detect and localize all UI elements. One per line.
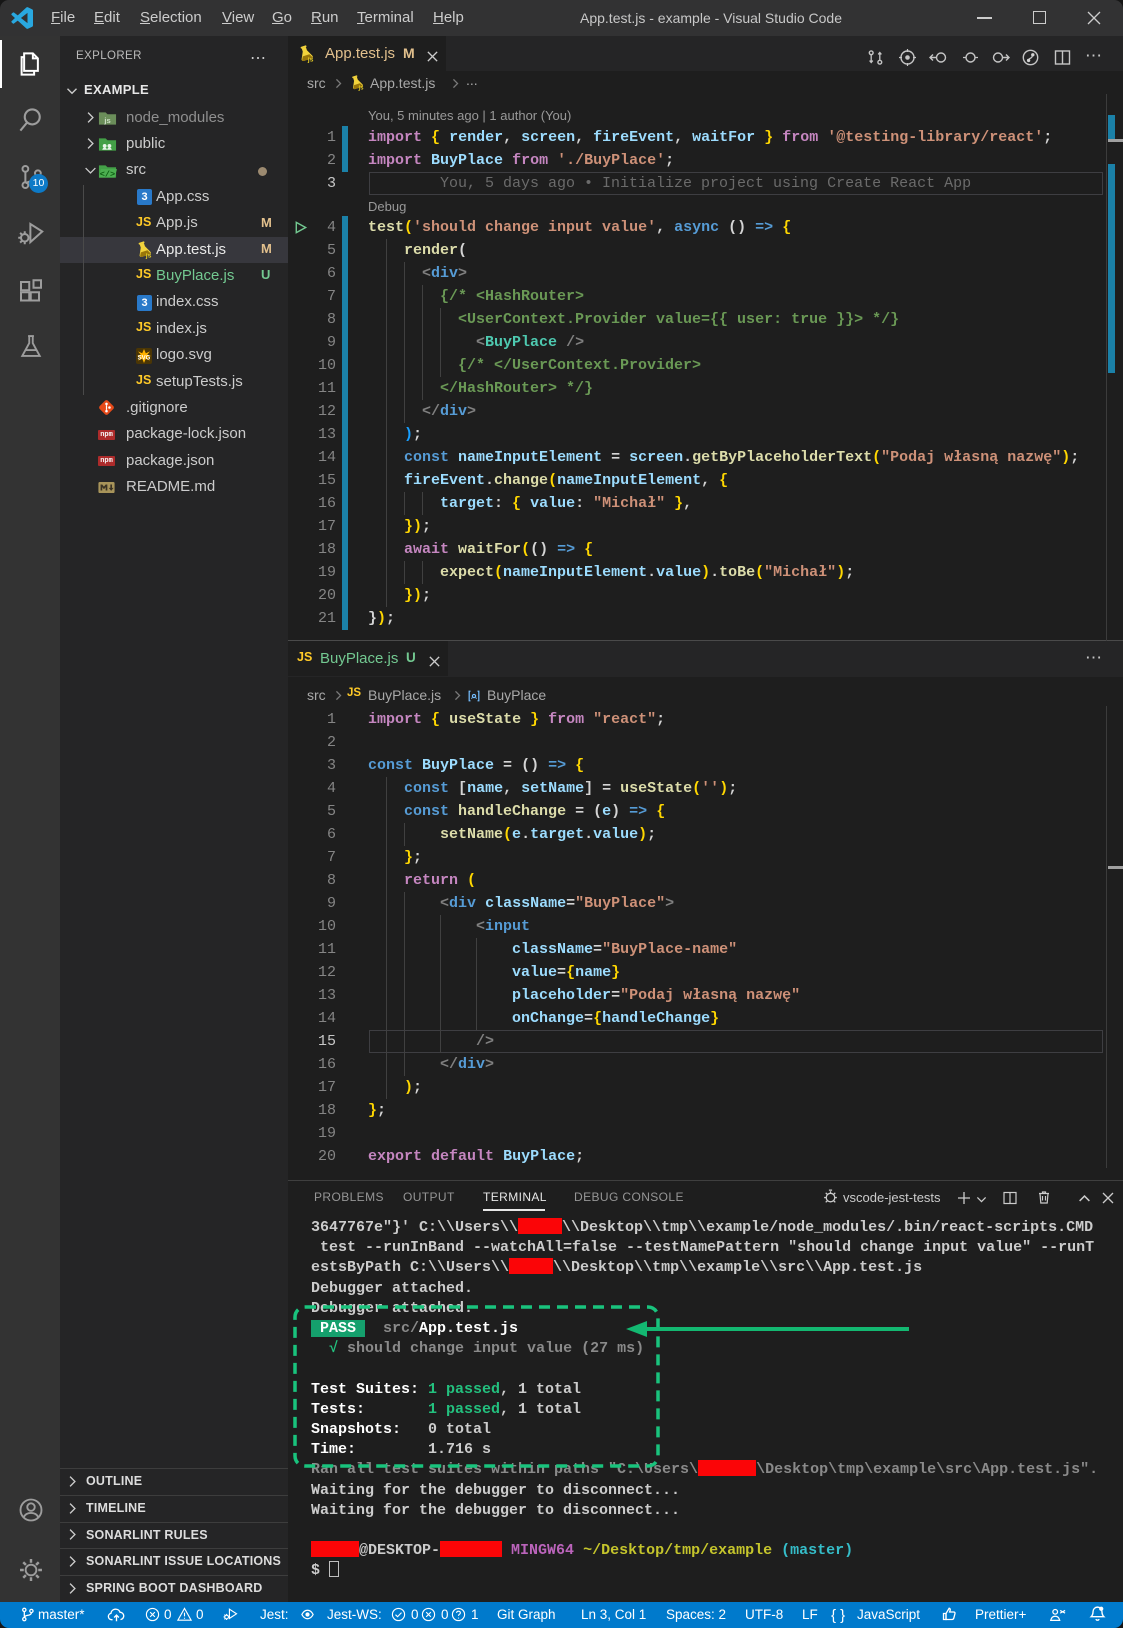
svg-text:</>: </>	[100, 170, 115, 180]
svg-text:js: js	[357, 86, 364, 92]
svg-text:js: js	[307, 57, 314, 64]
svg-text:js: js	[103, 116, 110, 125]
svg-text:js: js	[145, 253, 152, 260]
svg-text:SVG: SVG	[138, 356, 151, 362]
